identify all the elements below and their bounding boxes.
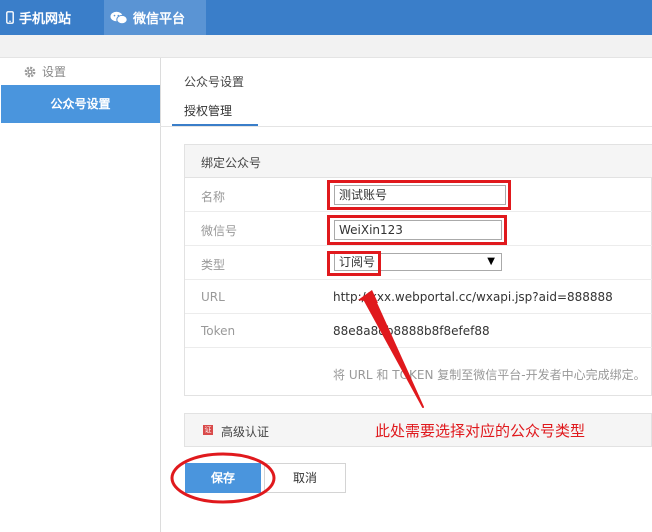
advanced-auth-label: 高级认证: [221, 425, 270, 439]
form-row-token: Token 88e8a8db8888b8f8efef88: [185, 314, 652, 348]
panel-header: 绑定公众号: [185, 145, 652, 178]
sidebar-item-account-settings[interactable]: 公众号设置: [1, 85, 160, 123]
sidebar: 设置 公众号设置: [0, 58, 161, 532]
nav-wechat-label: 微信平台: [133, 12, 186, 27]
panel-title: 绑定公众号: [201, 156, 262, 170]
url-value[interactable]: http://xxx.webportal.cc/wxapi.jsp?aid=88…: [333, 290, 613, 304]
wechat-icon: [110, 11, 128, 25]
header-divider: [160, 126, 652, 127]
token-value[interactable]: 88e8a8db8888b8f8efef88: [333, 324, 490, 338]
cancel-button[interactable]: 取消: [264, 463, 346, 493]
page-title: 公众号设置: [184, 75, 245, 89]
type-label: 类型: [201, 258, 226, 272]
sidebar-header-label: 设置: [42, 65, 67, 79]
tab-authorization[interactable]: 授权管理: [184, 102, 232, 119]
annotation-text: 此处需要选择对应的公众号类型: [375, 422, 586, 440]
highlight-type-box: [327, 251, 381, 276]
sidebar-header: 设置: [24, 63, 66, 80]
nav-wechat-platform[interactable]: 微信平台: [104, 0, 206, 35]
wechat-id-label: 微信号: [201, 224, 238, 238]
gear-icon: [24, 66, 36, 78]
binding-hint: 将 URL 和 TOKEN 复制至微信平台-开发者中心完成绑定。: [333, 368, 646, 382]
form-row-type: 类型 订阅号 ▼: [185, 246, 652, 280]
phone-icon: [6, 11, 14, 24]
name-label: 名称: [201, 190, 226, 204]
certificate-icon: 证: [203, 425, 213, 435]
highlight-wechat-id-box: [327, 215, 507, 245]
token-label: Token: [201, 324, 236, 338]
highlight-name-box: [327, 180, 511, 210]
url-label: URL: [201, 290, 225, 304]
nav-mobile-site[interactable]: 手机网站: [0, 0, 104, 35]
save-button[interactable]: 保存: [185, 463, 261, 493]
form-row-url: URL http://xxx.webportal.cc/wxapi.jsp?ai…: [185, 280, 652, 314]
sub-header-bar: [0, 35, 652, 58]
dropdown-arrow-icon: ▼: [487, 256, 495, 267]
nav-mobile-label: 手机网站: [19, 12, 72, 27]
